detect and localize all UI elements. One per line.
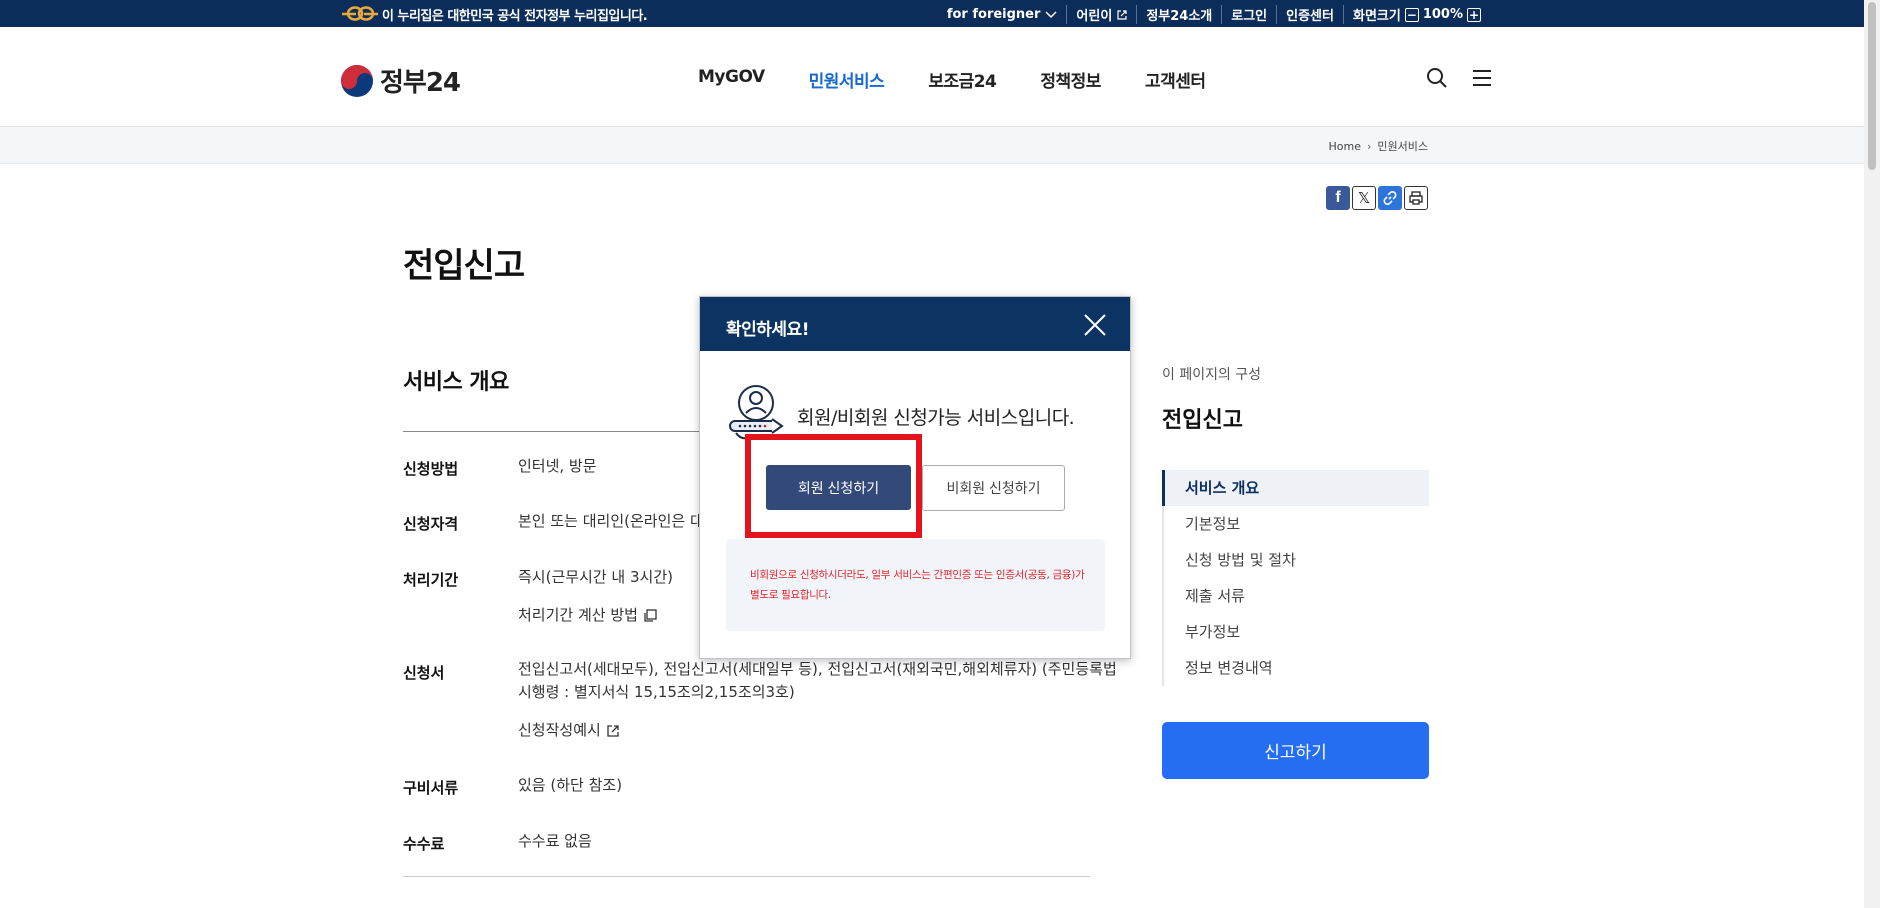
kids-link[interactable]: 어린이	[1066, 5, 1136, 24]
search-icon[interactable]	[1426, 67, 1448, 89]
toc-item-additional-info[interactable]: 부가정보	[1164, 614, 1429, 650]
form-label: 신청서	[403, 664, 445, 682]
gov-emblem-icon	[342, 6, 378, 21]
breadcrumb-current[interactable]: 민원서비스	[1377, 138, 1428, 154]
zoom-level: 100%	[1422, 7, 1463, 22]
section-bottom-divider	[403, 876, 1090, 877]
nav-policy-info[interactable]: 정책정보	[1040, 67, 1101, 92]
scrollbar[interactable]	[1864, 0, 1880, 908]
facebook-share-icon[interactable]: f	[1326, 186, 1350, 210]
fee-value: 수수료 없음	[518, 832, 592, 850]
site-header: 정부24 MyGOV 민원서비스 보조금24 정책정보 고객센터	[0, 27, 1880, 127]
form-example-label: 신청작성예시	[518, 721, 601, 739]
kids-label: 어린이	[1076, 9, 1113, 24]
modal-note-text: 비회원으로 신청하시더라도, 일부 서비스는 간편인증 또는 인증서(공동, 금…	[750, 569, 1085, 601]
link-copy-icon[interactable]	[1378, 186, 1402, 210]
zoom-out-button[interactable]: −	[1404, 7, 1419, 22]
breadcrumb-home[interactable]: Home	[1329, 140, 1361, 153]
toc-item-change-history[interactable]: 정보 변경내역	[1164, 650, 1429, 686]
breadcrumb-bar: Home › 민원서비스	[0, 127, 1880, 164]
scrollbar-thumb[interactable]	[1868, 2, 1876, 170]
section-title: 서비스 개요	[403, 370, 509, 395]
member-apply-button[interactable]: 회원 신청하기	[766, 465, 911, 510]
nav-subsidy24[interactable]: 보조금24	[928, 67, 997, 92]
screen-size-control: 화면크기 − 100% +	[1342, 5, 1494, 24]
hamburger-menu-icon[interactable]	[1472, 69, 1492, 87]
page-title: 전입신고	[403, 246, 525, 286]
modal-note: 비회원으로 신청하시더라도, 일부 서비스는 간편인증 또는 인증서(공동, 금…	[726, 539, 1105, 631]
breadcrumb: Home › 민원서비스	[1329, 138, 1429, 154]
guest-apply-button[interactable]: 비회원 신청하기	[922, 465, 1065, 511]
print-icon[interactable]	[1404, 186, 1428, 210]
utility-menu: for foreigner 어린이 정부24소개 로그인 인증센터 화면크기 −…	[938, 5, 1494, 24]
screen-size-label: 화면크기	[1352, 9, 1401, 24]
for-foreigner-label: for foreigner	[946, 7, 1041, 22]
cert-center-link[interactable]: 인증센터	[1276, 5, 1343, 24]
toc-item-documents[interactable]: 제출 서류	[1164, 578, 1429, 614]
form-value-line2: 시행령 : 별지서식 15,15조의2,15조의3호)	[518, 683, 795, 701]
page: 이 누리집은 대한민국 공식 전자정부 누리집입니다. for foreigne…	[0, 0, 1880, 908]
nav-mygov[interactable]: MyGOV	[698, 67, 765, 92]
qualification-value: 본인 또는 대리인(온라인은 대리	[518, 512, 718, 530]
form-value-line1: 전입신고서(세대모두), 전입신고서(세대일부 등), 전입신고서(재외국민,해…	[518, 660, 1117, 678]
modal-header: 확인하세요!	[700, 297, 1130, 351]
qualification-label: 신청자격	[403, 515, 459, 533]
nav-civil-service[interactable]: 민원서비스	[809, 67, 885, 92]
nav-customer-center[interactable]: 고객센터	[1145, 67, 1206, 92]
taegeuk-logo-icon	[341, 64, 373, 97]
about-link[interactable]: 정부24소개	[1136, 5, 1221, 24]
gov-banner: 이 누리집은 대한민국 공식 전자정부 누리집입니다. for foreigne…	[0, 0, 1880, 27]
logo-text: 정부24	[380, 68, 461, 98]
docs-value: 있음 (하단 참조)	[518, 776, 623, 794]
toc-title: 전입신고	[1162, 408, 1243, 433]
docs-label: 구비서류	[403, 779, 459, 797]
close-icon[interactable]	[1082, 312, 1108, 338]
toc-list: 서비스 개요 기본정보 신청 방법 및 절차 제출 서류 부가정보 정보 변경내…	[1162, 470, 1429, 686]
method-label: 신청방법	[403, 460, 459, 478]
login-link[interactable]: 로그인	[1221, 5, 1276, 24]
confirm-modal: 확인하세요! 회원/비회원 신청가능 서비스입니다. 회원 신청하기 비회원 신…	[699, 296, 1131, 659]
fee-label: 수수료	[403, 835, 445, 853]
toc-item-overview[interactable]: 서비스 개요	[1162, 470, 1429, 506]
main-navigation: MyGOV 민원서비스 보조금24 정책정보 고객센터	[698, 67, 1250, 92]
x-share-icon[interactable]: 𝕏	[1352, 186, 1376, 210]
toc-caption: 이 페이지의 구성	[1162, 367, 1262, 383]
period-calc-label: 처리기간 계산 방법	[518, 606, 638, 624]
share-toolbar: f 𝕏	[1326, 186, 1430, 210]
modal-title: 확인하세요!	[726, 320, 809, 340]
chevron-right-icon: ›	[1366, 139, 1372, 153]
external-link-icon	[1117, 9, 1127, 20]
site-logo[interactable]: 정부24	[340, 62, 461, 99]
external-link-icon	[607, 724, 619, 737]
zoom-in-button[interactable]: +	[1467, 7, 1481, 22]
toc-item-procedure[interactable]: 신청 방법 및 절차	[1164, 542, 1429, 578]
gov-notice-text: 이 누리집은 대한민국 공식 전자정부 누리집입니다.	[382, 9, 648, 24]
for-foreigner-dropdown[interactable]: for foreigner	[938, 7, 1067, 22]
chevron-down-icon	[1045, 10, 1057, 18]
modal-message: 회원/비회원 신청가능 서비스입니다.	[797, 407, 1075, 429]
copy-popup-icon	[644, 608, 657, 622]
toc-item-basic-info[interactable]: 기본정보	[1164, 506, 1429, 542]
method-value: 인터넷, 방문	[518, 457, 597, 475]
form-example-link[interactable]: 신청작성예시	[518, 719, 620, 742]
report-button[interactable]: 신고하기	[1162, 722, 1429, 779]
period-calc-link[interactable]: 처리기간 계산 방법	[518, 604, 657, 627]
period-label: 처리기간	[403, 571, 459, 589]
period-value: 즉시(근무시간 내 3시간)	[518, 568, 673, 586]
